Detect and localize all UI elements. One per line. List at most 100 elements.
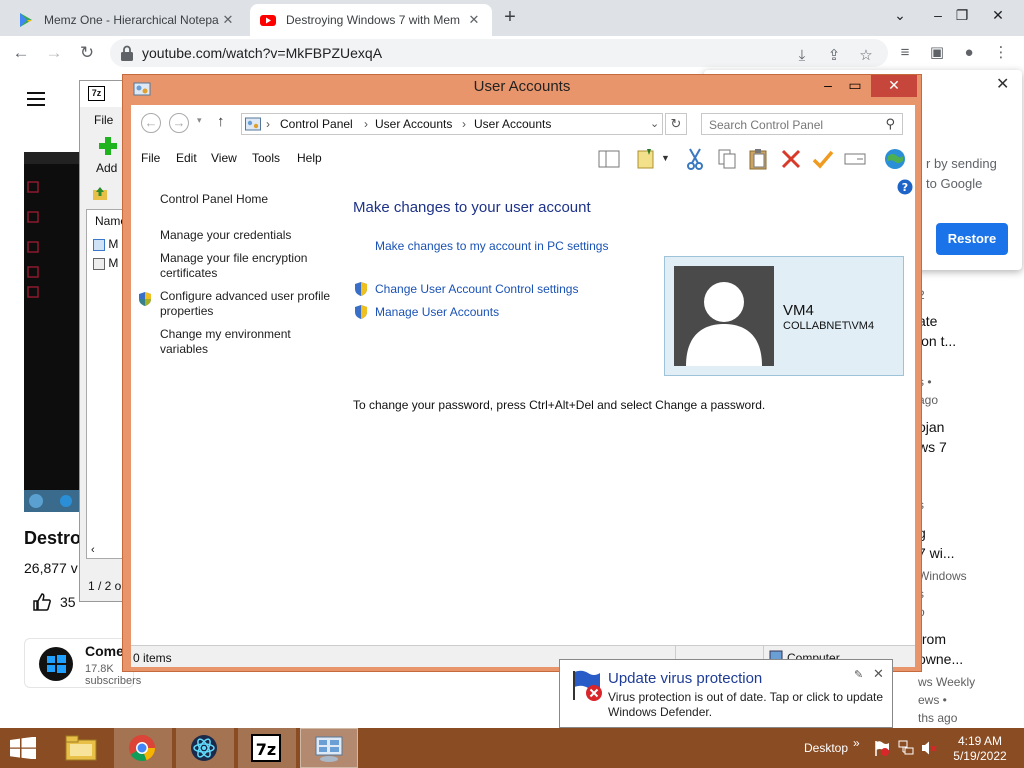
sevenzip-logo: 7z: [88, 86, 105, 101]
properties-check-icon[interactable]: [811, 147, 835, 171]
window-close-icon[interactable]: ✕: [871, 75, 917, 97]
add-label: Add: [96, 161, 118, 175]
taskbar-control-panel[interactable]: [300, 728, 358, 768]
taskbar-7zip[interactable]: 7z: [238, 728, 296, 768]
start-windows-icon[interactable]: [9, 737, 37, 759]
browser-tab-youtube[interactable]: Destroying Windows 7 with Mem ✕: [250, 4, 492, 36]
menu-tools[interactable]: Tools: [252, 151, 280, 165]
rename-icon[interactable]: [843, 147, 867, 171]
defender-notification[interactable]: Update virus protection Virus protection…: [559, 659, 893, 728]
desktop-toolbar-chevron[interactable]: »: [853, 736, 860, 750]
address-bar[interactable]: › Control Panel › User Accounts › User A…: [241, 113, 663, 135]
menu-view[interactable]: View: [211, 151, 237, 165]
up-folder-icon[interactable]: [92, 185, 108, 201]
close-tab-icon[interactable]: ✕: [220, 12, 236, 28]
up-arrow-icon[interactable]: ↑: [217, 113, 225, 130]
breadcrumb-user-accounts[interactable]: User Accounts: [375, 117, 452, 131]
list-item[interactable]: M: [93, 237, 118, 251]
scroll-left-icon[interactable]: ‹: [91, 544, 95, 556]
breadcrumb-control-panel[interactable]: Control Panel: [280, 117, 353, 131]
address-dropdown-icon[interactable]: ⌄: [650, 117, 659, 130]
sidebar-video-title[interactable]: 7 wi...: [918, 545, 955, 561]
channel-avatar[interactable]: [39, 647, 73, 681]
manage-user-accounts-link[interactable]: Manage User Accounts: [375, 305, 499, 319]
network-icon[interactable]: [898, 740, 914, 756]
layout-pane-icon[interactable]: [597, 147, 621, 171]
action-center-alert-icon[interactable]: [874, 740, 890, 756]
search-placeholder: Search Control Panel: [709, 118, 824, 132]
back-arrow-icon[interactable]: ←: [141, 113, 161, 133]
desktop-toolbar-label[interactable]: Desktop: [804, 741, 848, 755]
sevenzip-menu-file[interactable]: File: [94, 113, 113, 127]
browser-tab-memz[interactable]: Memz One - Hierarchical Notepa ✕: [8, 4, 246, 36]
globe-icon[interactable]: [883, 147, 907, 171]
manage-credentials-link[interactable]: Manage your credentials: [160, 228, 340, 243]
add-icon[interactable]: [98, 136, 118, 156]
tab-search-icon[interactable]: ⌄: [880, 0, 920, 32]
volume-muted-icon[interactable]: [921, 740, 937, 756]
install-icon[interactable]: ⤓: [790, 44, 814, 68]
recent-locations-icon[interactable]: ▾: [197, 115, 202, 126]
advanced-profile-link[interactable]: Configure advanced user profile properti…: [160, 289, 340, 319]
reload-icon[interactable]: ↻: [75, 41, 99, 65]
sidebar-video-title[interactable]: owne...: [918, 651, 963, 667]
close-browser-icon[interactable]: ✕: [978, 0, 1018, 32]
search-input[interactable]: Search Control Panel ⚲: [701, 113, 903, 135]
restore-window-icon[interactable]: ❐: [942, 0, 982, 32]
sidebar-video-title[interactable]: from: [918, 631, 946, 647]
system-clock[interactable]: 4:19 AM 5/19/2022: [948, 734, 1012, 764]
new-tab-button[interactable]: +: [498, 6, 522, 30]
taskbar-chrome[interactable]: [114, 728, 172, 768]
uac-settings-link[interactable]: Change User Account Control settings: [375, 282, 578, 296]
taskbar-file-explorer[interactable]: [52, 728, 110, 768]
pin-icon[interactable]: ✎: [854, 668, 863, 681]
sidebar-video-title[interactable]: ion t...: [918, 333, 956, 349]
channel-card[interactable]: Come 17.8K subscribers: [24, 638, 141, 688]
taskbar-atom[interactable]: [176, 728, 234, 768]
lock-icon: [121, 45, 133, 61]
window-title: User Accounts: [473, 78, 571, 95]
file-explorer-icon: [65, 735, 97, 761]
menu-file[interactable]: File: [141, 151, 160, 165]
sevenzip-status: 1 / 2 o: [88, 579, 122, 593]
video-player[interactable]: [24, 152, 84, 512]
address-bar[interactable]: youtube.com/watch?v=MkFBPZUexqA ⤓ ⇪ ☆: [110, 39, 888, 67]
delete-icon[interactable]: [779, 147, 803, 171]
play-store-icon: [20, 13, 32, 27]
file-encryption-link[interactable]: Manage your file encryption certificates: [160, 251, 340, 281]
youtube-icon: [260, 15, 276, 26]
paste-icon[interactable]: [747, 147, 771, 171]
sidebar-video-title[interactable]: ws 7: [918, 439, 947, 455]
hamburger-menu-icon[interactable]: [27, 92, 45, 106]
menu-help[interactable]: Help: [297, 151, 322, 165]
environment-variables-link[interactable]: Change my environment variables: [160, 327, 340, 357]
window-minimize-icon[interactable]: –: [815, 75, 841, 97]
side-panel-icon[interactable]: ▣: [925, 41, 949, 65]
kebab-menu-icon[interactable]: ⋮: [989, 41, 1013, 65]
control-panel-home-link[interactable]: Control Panel Home: [160, 192, 340, 207]
profile-icon[interactable]: ●: [957, 41, 981, 65]
options-dropdown-icon[interactable]: ▼: [661, 153, 670, 163]
copy-icon[interactable]: [715, 147, 739, 171]
window-maximize-icon[interactable]: ▭: [841, 75, 869, 97]
sevenzip-titlebar[interactable]: 7z: [80, 81, 128, 107]
close-notification-icon[interactable]: ✕: [873, 666, 884, 682]
forward-arrow-icon[interactable]: →: [169, 113, 189, 133]
close-popup-icon[interactable]: ✕: [996, 74, 1009, 94]
forward-icon[interactable]: →: [42, 41, 66, 65]
bookmark-star-icon[interactable]: ☆: [854, 44, 878, 68]
breadcrumb-separator-icon: ›: [462, 117, 466, 131]
list-item[interactable]: M: [93, 256, 118, 270]
pc-settings-link[interactable]: Make changes to my account in PC setting…: [375, 239, 608, 253]
restore-button[interactable]: Restore: [936, 223, 1008, 255]
breadcrumb-user-accounts-current[interactable]: User Accounts: [474, 117, 551, 131]
refresh-icon[interactable]: ↻: [665, 113, 687, 135]
folder-options-icon[interactable]: [635, 147, 659, 171]
menu-edit[interactable]: Edit: [176, 151, 197, 165]
media-control-icon[interactable]: ≡: [893, 41, 917, 65]
close-tab-icon[interactable]: ✕: [466, 12, 482, 28]
back-icon[interactable]: ←: [9, 41, 33, 65]
thumbs-up-icon[interactable]: [32, 592, 52, 612]
share-icon[interactable]: ⇪: [822, 44, 846, 68]
cut-icon[interactable]: [683, 147, 707, 171]
